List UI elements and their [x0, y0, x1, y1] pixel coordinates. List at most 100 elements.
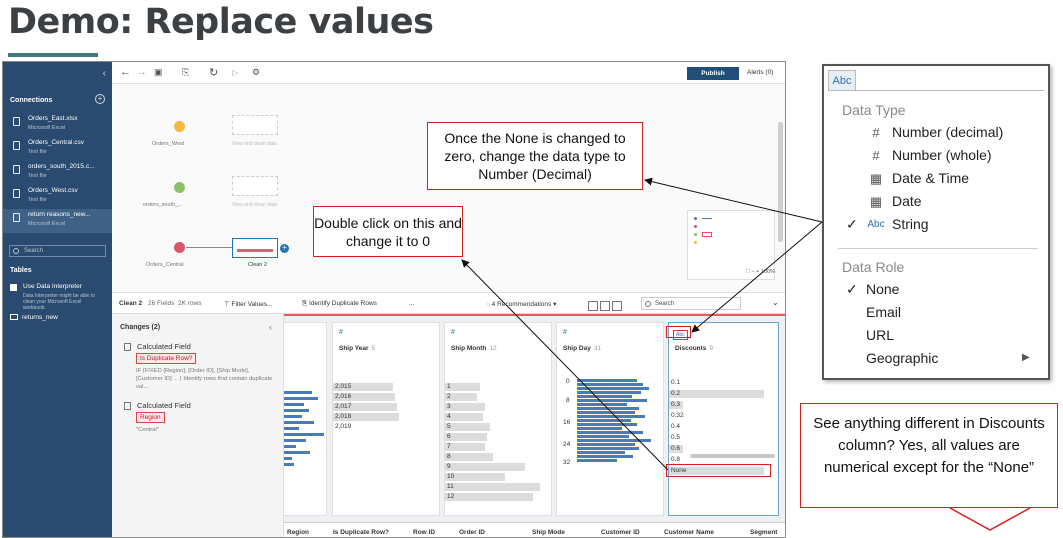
- column-header[interactable]: Customer ID: [601, 529, 640, 536]
- change-field-pill[interactable]: Is Duplicate Row?: [136, 353, 197, 364]
- title-underline: [8, 53, 98, 57]
- number-type-icon[interactable]: #: [451, 329, 455, 336]
- menu-item-role-url[interactable]: URL: [842, 327, 1042, 347]
- input-node-orders-south[interactable]: [174, 182, 185, 193]
- column-header[interactable]: Customer Name: [664, 529, 714, 536]
- table-item-returns-new[interactable]: returns_new: [10, 314, 58, 321]
- menu-item-date-time[interactable]: ▦ Date & Time: [842, 170, 1042, 190]
- add-connection-button[interactable]: +: [95, 94, 105, 104]
- connection-item[interactable]: Orders_East.xlsx Microsoft Excel: [3, 113, 112, 137]
- menu-item-role-geographic[interactable]: Geographic ▶: [842, 350, 1042, 370]
- field-search-input[interactable]: Search: [641, 297, 741, 310]
- profile-card-partial[interactable]: [284, 322, 327, 516]
- interpreter-description: Data Interpreter might be able to clean …: [23, 293, 95, 311]
- table-search-input[interactable]: Search: [9, 245, 106, 257]
- chevron-down-icon[interactable]: ⌄: [772, 298, 779, 307]
- profile-card-ship-day[interactable]: # Ship Day 31 0 8 16 24 32: [556, 322, 664, 516]
- menu-item-role-email[interactable]: Email: [842, 304, 1042, 324]
- add-data-icon[interactable]: ⎘: [182, 67, 189, 78]
- collapse-sidebar-icon[interactable]: ‹: [103, 68, 106, 79]
- calculated-field-icon: [124, 343, 131, 351]
- column-header[interactable]: Is Duplicate Row?: [333, 529, 389, 536]
- column-header[interactable]: Order ID: [459, 529, 485, 536]
- canvas-scrollbar[interactable]: [778, 122, 783, 242]
- run-flow-icon[interactable]: ▷: [232, 68, 238, 77]
- change-detail: IF {FIXED [Region], [Order ID], [Ship Mo…: [136, 368, 273, 390]
- recommendations-button[interactable]: ◌ 4 Recommendations ▾: [486, 300, 556, 308]
- forward-arrow-icon[interactable]: →: [136, 66, 147, 78]
- clean-step-node[interactable]: [232, 238, 278, 258]
- column-header[interactable]: Segment: [750, 529, 777, 536]
- connection-item-selected[interactable]: return reasons_new... Microsoft Excel: [3, 209, 112, 233]
- data-type-tab[interactable]: Abc: [828, 70, 856, 90]
- duplicate-icon: ⎘: [302, 300, 310, 307]
- top-toolbar: ← → ▣ ⎘ ↻ ▷ ⚙ Publish Alerts (0): [112, 62, 785, 84]
- data-grid-header: Region Is Duplicate Row? Row ID Order ID…: [284, 522, 785, 537]
- data-type-heading: Data Type: [842, 102, 906, 118]
- string-icon: Abc: [867, 219, 885, 230]
- change-detail: "Central": [136, 427, 159, 433]
- checkmark-icon: ✓: [846, 216, 858, 232]
- file-icon: [13, 117, 20, 126]
- tables-heading: Tables: [10, 267, 32, 274]
- number-type-icon[interactable]: #: [339, 329, 343, 336]
- more-options-button[interactable]: ...: [409, 300, 414, 307]
- number-type-icon[interactable]: #: [563, 329, 567, 336]
- ghost-step[interactable]: [232, 176, 278, 196]
- collapse-changes-icon[interactable]: ‹: [269, 322, 272, 332]
- callout-double-click: Double click on this and change it to 0: [313, 206, 463, 257]
- data-role-heading: Data Role: [842, 259, 905, 275]
- save-icon[interactable]: ▣: [154, 67, 163, 78]
- profile-view-icon[interactable]: [588, 301, 598, 311]
- calendar-icon: ▦: [869, 194, 883, 209]
- search-icon: [13, 248, 19, 254]
- connection-item[interactable]: Orders_West.csv Text file: [3, 185, 112, 209]
- callout-pointer: [949, 507, 1031, 531]
- callout-change-type: Once the None is changed to zero, change…: [427, 122, 643, 190]
- profile-card-ship-year[interactable]: # Ship Year 5 2,015 2,016 2,017 2,018 2,0…: [332, 322, 440, 516]
- data-view-icon[interactable]: [612, 301, 622, 311]
- input-node-orders-central[interactable]: [174, 242, 185, 253]
- connections-heading: Connections: [10, 97, 53, 104]
- type-icon-highlight: [666, 326, 691, 338]
- menu-item-number-decimal[interactable]: # Number (decimal): [842, 124, 1042, 144]
- menu-item-string[interactable]: ✓ Abc String: [842, 216, 1042, 236]
- add-step-button[interactable]: +: [280, 244, 289, 253]
- settings-icon[interactable]: ⚙: [252, 67, 260, 78]
- zoom-controls[interactable]: ⛶ − + 100%: [746, 269, 775, 276]
- file-icon: [13, 213, 20, 222]
- publish-button[interactable]: Publish: [687, 67, 739, 80]
- column-header[interactable]: Ship Mode: [532, 529, 565, 536]
- callout-see-different: See anything different in Discounts colu…: [800, 403, 1058, 508]
- identify-duplicates-button[interactable]: ⎘ Identify Duplicate Rows: [302, 300, 377, 308]
- input-node-orders-west[interactable]: [174, 121, 185, 132]
- menu-item-number-whole[interactable]: # Number (whole): [842, 147, 1042, 167]
- profile-card-discounts[interactable]: Abc Discounts 9 0.1 0.2 0.3 0.32 0.4 0.5 …: [668, 322, 779, 516]
- column-header[interactable]: Row ID: [413, 529, 435, 536]
- flow-connector: [186, 247, 232, 248]
- alerts-button[interactable]: Alerts (0): [747, 69, 773, 76]
- profile-pane: # Ship Year 5 2,015 2,016 2,017 2,018 2,0…: [284, 314, 785, 522]
- change-field-pill[interactable]: Region: [136, 412, 165, 423]
- back-arrow-icon[interactable]: ←: [120, 66, 131, 78]
- calendar-clock-icon: ▦: [869, 171, 883, 186]
- filter-values-button[interactable]: ⊤ Filter Values...: [224, 300, 273, 308]
- data-type-menu: Abc Data Type # Number (decimal) # Number …: [822, 64, 1050, 380]
- profile-horizontal-scrollbar[interactable]: [690, 454, 775, 458]
- profile-card-ship-month[interactable]: # Ship Month 12 1 2 3 4 5 6 7 8 9 10 11 1…: [444, 322, 552, 516]
- number-icon: #: [872, 125, 880, 140]
- number-icon: #: [872, 148, 880, 163]
- table-icon: [10, 314, 18, 321]
- menu-item-role-none[interactable]: ✓ None: [842, 281, 1042, 301]
- search-icon: [645, 301, 651, 307]
- ghost-step[interactable]: [232, 115, 278, 135]
- submenu-arrow-icon: ▶: [1022, 352, 1030, 363]
- refresh-icon[interactable]: ↻: [209, 66, 218, 79]
- column-header[interactable]: Region: [287, 529, 309, 536]
- list-view-icon[interactable]: [600, 301, 610, 311]
- checkmark-icon: ✓: [846, 281, 858, 297]
- connection-item[interactable]: orders_south_2015.c... Text file: [3, 161, 112, 185]
- connection-item[interactable]: Orders_Central.csv Text file: [3, 137, 112, 161]
- use-data-interpreter-checkbox[interactable]: [10, 284, 17, 291]
- menu-item-date[interactable]: ▦ Date: [842, 193, 1042, 213]
